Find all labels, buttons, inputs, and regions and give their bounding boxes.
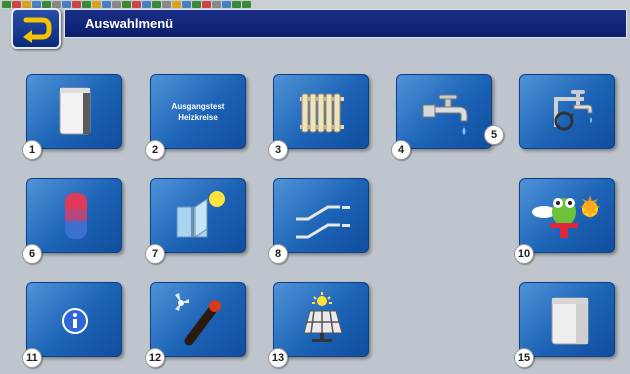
status-icon [82, 1, 91, 8]
tile-8-switch[interactable] [273, 178, 369, 253]
tile-10-heat-pump[interactable] [519, 178, 615, 253]
solar-panel-icon [303, 292, 343, 342]
tile-label-line2: Heizkreise [178, 113, 218, 122]
status-icon [62, 1, 71, 8]
tile-number-badge: 13 [268, 348, 288, 368]
frog-heat-icon [532, 195, 600, 238]
tile-number-badge: 5 [484, 125, 504, 145]
tile-4-hot-water[interactable] [396, 74, 492, 149]
status-icons [2, 1, 251, 8]
status-icon [222, 1, 231, 8]
status-icon [52, 1, 61, 8]
status-icon [182, 1, 191, 8]
tile-number-badge: 10 [514, 244, 534, 264]
status-icon [212, 1, 221, 8]
info-icon [62, 308, 88, 334]
ramp-switch-icon [296, 205, 350, 239]
status-icon [42, 1, 51, 8]
tile-5-circulation[interactable] [519, 74, 615, 149]
title-bar: Auswahlmenü [64, 9, 627, 38]
status-icon [112, 1, 121, 8]
tile-number-badge: 7 [145, 244, 165, 264]
status-icon [242, 1, 251, 8]
tile-number-badge: 8 [268, 244, 288, 264]
tile-6-buffer-storage[interactable] [26, 178, 122, 253]
status-icon [142, 1, 151, 8]
tile-1-boiler[interactable] [26, 74, 122, 149]
water-tap-icon [422, 94, 468, 135]
tile-number-badge: 15 [514, 348, 534, 368]
tile-number-badge: 1 [22, 140, 42, 160]
tile-11-info[interactable] [26, 282, 122, 357]
tile-3-radiator[interactable] [273, 74, 369, 149]
radiator-icon [300, 93, 344, 133]
boiler-icon [59, 87, 91, 135]
tap-circulation-icon [554, 90, 593, 131]
tile-number-badge: 11 [22, 348, 42, 368]
status-icon [72, 1, 81, 8]
status-icon [152, 1, 161, 8]
status-icon [32, 1, 41, 8]
status-icon [12, 1, 21, 8]
status-icon [132, 1, 141, 8]
tile-number-badge: 4 [391, 140, 411, 160]
system-status-bar [0, 0, 630, 9]
status-icon [122, 1, 131, 8]
storage-tank-icon [65, 193, 87, 239]
tile-7-solar-window[interactable] [150, 178, 246, 253]
tile-label: Ausgangstest Heizkreise [151, 101, 245, 123]
status-icon [92, 1, 101, 8]
appliance-icon [551, 297, 589, 345]
tile-13-solar[interactable] [273, 282, 369, 357]
tile-number-badge: 2 [145, 140, 165, 160]
page-title: Auswahlmenü [85, 16, 174, 31]
status-icon [202, 1, 211, 8]
back-button[interactable] [11, 8, 61, 49]
tile-15-appliance[interactable] [519, 282, 615, 357]
tile-number-badge: 6 [22, 244, 42, 264]
tile-number-badge: 3 [268, 140, 288, 160]
tile-12-fan-sensor[interactable] [150, 282, 246, 357]
tile-2-output-test-heating-circuits[interactable]: Ausgangstest Heizkreise [150, 74, 246, 149]
status-icon [102, 1, 111, 8]
fan-sensor-icon [175, 293, 221, 346]
return-arrow-icon [23, 17, 52, 43]
status-icon [172, 1, 181, 8]
status-icon [162, 1, 171, 8]
solar-window-icon [176, 191, 225, 238]
status-icon [192, 1, 201, 8]
status-icon [22, 1, 31, 8]
status-icon [2, 1, 11, 8]
tile-number-badge: 12 [145, 348, 165, 368]
status-icon [232, 1, 241, 8]
tile-label-line1: Ausgangstest [171, 102, 225, 111]
